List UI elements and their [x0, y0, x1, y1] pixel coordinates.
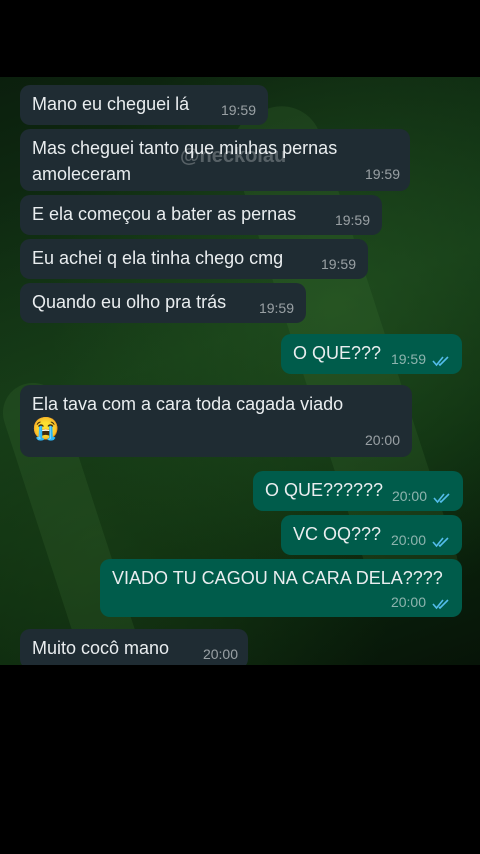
message-text: VIADO TU CAGOU NA CARA DELA????: [112, 568, 443, 588]
message-time: 19:59: [334, 212, 370, 228]
double-check-icon: [432, 356, 449, 367]
chat-area: Mano eu cheguei lá 19:59 Mas cheguei tan…: [0, 77, 480, 665]
message-incoming[interactable]: Ela tava com a cara toda cagada viado 😭 …: [20, 385, 412, 457]
message-text: O QUE???: [293, 343, 382, 363]
double-check-icon: [432, 599, 449, 610]
message-text: O QUE??????: [265, 480, 384, 500]
message-text: Ela tava com a cara toda cagada viado: [32, 394, 344, 414]
double-check-icon: [433, 493, 450, 504]
message-incoming[interactable]: Quando eu olho pra trás 19:59: [20, 283, 306, 323]
message-outgoing[interactable]: O QUE?????? 20:00: [253, 471, 463, 511]
message-outgoing[interactable]: VC OQ??? 20:00: [281, 515, 462, 555]
double-check-icon: [432, 537, 449, 548]
message-text: VC OQ???: [293, 524, 382, 544]
message-time: 19:59: [258, 300, 294, 316]
message-incoming[interactable]: Muito cocô mano 20:00: [20, 629, 248, 665]
message-text: Quando eu olho pra trás: [32, 292, 227, 312]
message-time: 20:00: [202, 646, 238, 662]
message-text: E ela começou a bater as pernas: [32, 204, 297, 224]
message-outgoing[interactable]: VIADO TU CAGOU NA CARA DELA???? 20:00: [100, 559, 462, 617]
message-incoming[interactable]: Eu achei q ela tinha chego cmg 19:59: [20, 239, 368, 279]
message-incoming[interactable]: E ela começou a bater as pernas 19:59: [20, 195, 382, 235]
message-text: Eu achei q ela tinha chego cmg: [32, 248, 284, 268]
message-incoming[interactable]: Mano eu cheguei lá 19:59: [20, 85, 268, 125]
message-time: 19:59: [390, 351, 426, 367]
message-time: 19:59: [320, 256, 356, 272]
message-time: 20:00: [390, 594, 426, 610]
message-time: 20:00: [391, 488, 427, 504]
message-time: 20:00: [364, 432, 400, 448]
watermark: @neckolau: [180, 145, 287, 167]
message-time: 20:00: [390, 532, 426, 548]
message-time: 19:59: [220, 102, 256, 118]
message-text: Mano eu cheguei lá: [32, 94, 190, 114]
message-text: Muito cocô mano: [32, 638, 170, 658]
crying-face-emoji: 😭: [32, 416, 60, 441]
message-outgoing[interactable]: O QUE??? 19:59: [281, 334, 462, 374]
message-time: 19:59: [364, 166, 400, 182]
